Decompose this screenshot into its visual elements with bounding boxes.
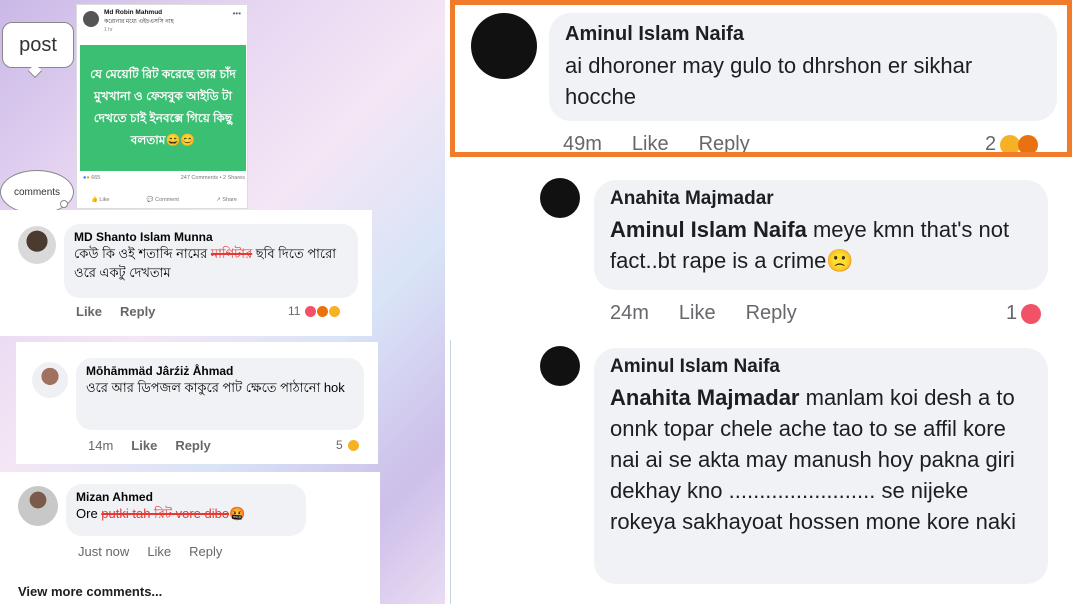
comment-bubble: MD Shanto Islam Munna কেউ কি ওই শতাব্দি … (64, 224, 358, 298)
love-react-icon (1021, 303, 1042, 324)
reply-button[interactable]: Reply (746, 302, 797, 325)
reply-button[interactable]: Reply (189, 544, 222, 559)
comment-bubble: Anahita Majmadar Aminul Islam Naifa meye… (594, 180, 1048, 290)
haha-react-icon (346, 438, 360, 452)
comment-button[interactable]: 💬 Comment (147, 197, 179, 203)
post-stats: ●● 665 247 Comments • 2 Shares (83, 175, 245, 181)
comments-annotation-label: comments (13, 186, 61, 198)
avatar[interactable] (540, 346, 580, 386)
like-button[interactable]: 👍 Like (91, 197, 109, 203)
facebook-post-card: Md Robin Mahmud করোনার মধ্যে এইচএসসি নাহ… (76, 4, 248, 209)
comment-time[interactable]: 49m (563, 133, 602, 152)
post-time[interactable]: 1 hr (104, 27, 174, 33)
comment-text: Aminul Islam Naifa meye kmn that's not f… (610, 217, 1010, 273)
comment-actions: 14m Like Reply (88, 438, 211, 453)
post-image-text: যে মেয়েটি রিট করেছে তার চাঁদ মুখখানা ও … (80, 45, 246, 171)
commenter-name[interactable]: Mizan Ahmed (76, 490, 296, 504)
mention-link[interactable]: Aminul Islam Naifa (610, 217, 807, 242)
comment-bubble: Mizan Ahmed Ore putki tah রিট vore dibo🤬 (66, 484, 306, 536)
like-button[interactable]: Like (131, 438, 157, 453)
reply-button[interactable]: Reply (699, 133, 750, 152)
reaction-summary[interactable]: 5 (336, 438, 360, 452)
like-button[interactable]: Like (147, 544, 171, 559)
highlighted-comment-frame: Aminul Islam Naifa ai dhoroner may gulo … (450, 0, 1072, 157)
comment-actions: Like Reply (76, 304, 155, 319)
post-author[interactable]: Md Robin Mahmud (104, 9, 174, 16)
comments-shares-count[interactable]: 247 Comments • 2 Shares (181, 175, 245, 181)
avatar[interactable] (540, 178, 580, 218)
share-button[interactable]: ↗ Share (216, 197, 237, 203)
like-button[interactable]: Like (632, 133, 669, 152)
comment-block: Mōhāmmäd Jârźiż Åhmad ওরে আর ডিপজল কাকুর… (16, 342, 378, 464)
comment-bubble: Aminul Islam Naifa Anahita Majmadar manl… (594, 348, 1048, 584)
avatar[interactable] (18, 486, 58, 526)
post-header: Md Robin Mahmud করোনার মধ্যে এইচএসসি নাহ… (77, 5, 247, 43)
view-more-comments-link[interactable]: View more comments... (18, 584, 162, 599)
reply-button[interactable]: Reply (120, 304, 155, 319)
comment-text: কেউ কি ওই শতাব্দি নামের মাগিটার ছবি দিতে… (74, 246, 337, 280)
commenter-name[interactable]: Aminul Islam Naifa (565, 23, 1041, 46)
mention-link[interactable]: Anahita Majmadar (610, 385, 800, 410)
post-subtitle: করোনার মধ্যে এইচএসসি নাহ (104, 19, 174, 25)
post-annotation-bubble: post (2, 22, 74, 68)
cloud-dot (60, 200, 68, 208)
reply-button[interactable]: Reply (175, 438, 210, 453)
comment-text: ওরে আর ডিপজল কাকুরে পাট ক্ষেতে পাঠানো ho… (86, 380, 345, 395)
haha-react-icon (1000, 134, 1021, 152)
reaction-summary[interactable]: 2 (985, 133, 1039, 152)
comment-text: ai dhoroner may gulo to dhrshon er sikha… (565, 53, 973, 109)
divider-line (450, 340, 451, 604)
comment-time[interactable]: 14m (88, 438, 113, 453)
comment-bubble: Aminul Islam Naifa ai dhoroner may gulo … (549, 13, 1057, 121)
post-annotation-label: post (19, 33, 57, 56)
commenter-name[interactable]: Mōhāmmäd Jârźiż Åhmad (86, 364, 354, 378)
commenter-name[interactable]: Aminul Islam Naifa (610, 356, 1032, 378)
commenter-name[interactable]: MD Shanto Islam Munna (74, 230, 348, 244)
comment-text: Anahita Majmadar manlam koi desh a to on… (610, 385, 1017, 534)
comment-bubble: Mōhāmmäd Jârźiż Åhmad ওরে আর ডিপজল কাকুর… (76, 358, 364, 430)
more-options-icon[interactable]: ••• (233, 9, 241, 18)
comment-time[interactable]: Just now (78, 544, 129, 559)
avatar[interactable] (18, 226, 56, 264)
right-screenshot-panel: Aminul Islam Naifa ai dhoroner may gulo … (450, 0, 1072, 604)
post-action-bar: 👍 Like 💬 Comment ↗ Share (83, 197, 245, 203)
commenter-name[interactable]: Anahita Majmadar (610, 188, 1032, 210)
comment-block: Mizan Ahmed Ore putki tah রিট vore dibo🤬… (0, 472, 380, 604)
angry-react-icon (1018, 134, 1039, 152)
avatar[interactable] (471, 13, 537, 79)
comment-text: Ore putki tah রিট vore dibo🤬 (76, 506, 246, 521)
left-screenshot-panel: post comments Md Robin Mahmud করোনার মধ্… (0, 0, 445, 604)
comment-time[interactable]: 24m (610, 302, 649, 325)
comment-block: MD Shanto Islam Munna কেউ কি ওই শতাব্দি … (0, 210, 372, 336)
reaction-summary[interactable]: 1 (1006, 302, 1042, 325)
avatar[interactable] (32, 362, 68, 398)
comment-actions: 49m Like Reply (563, 133, 750, 152)
like-button[interactable]: Like (679, 302, 716, 325)
like-button[interactable]: Like (76, 304, 102, 319)
avatar[interactable] (83, 11, 99, 27)
reaction-summary[interactable]: 11 (288, 304, 342, 318)
comment-actions: 24m Like Reply (610, 302, 797, 325)
comment-actions: Just now Like Reply (78, 544, 222, 559)
haha-react-icon (328, 304, 342, 318)
reaction-count[interactable]: ●● 665 (83, 175, 100, 181)
